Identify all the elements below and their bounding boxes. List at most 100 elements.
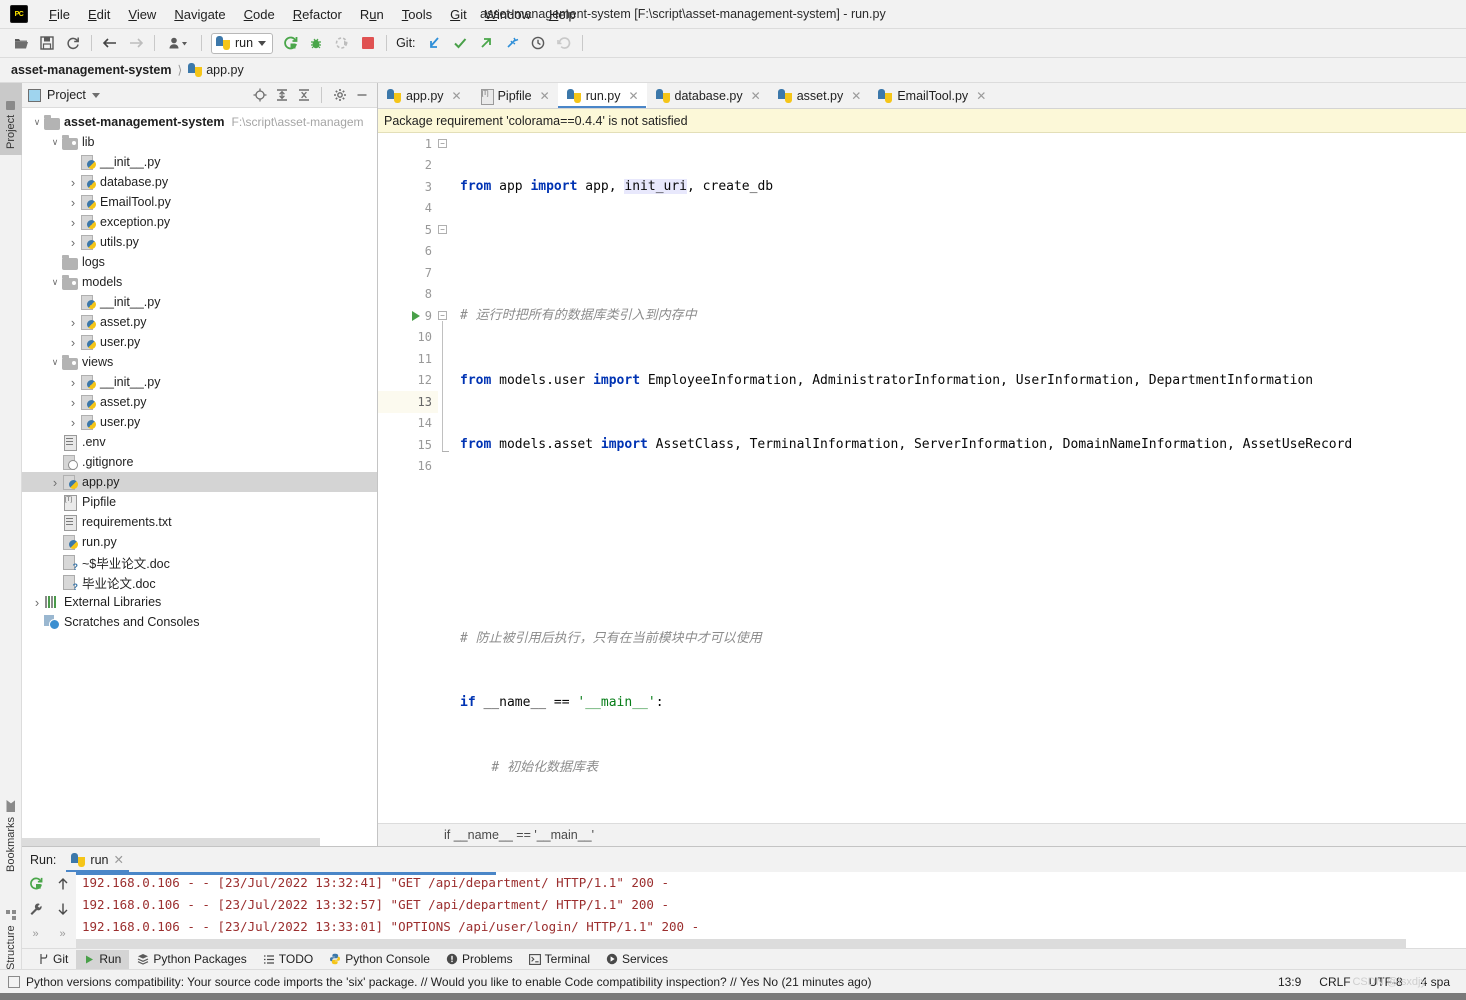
chevron-right-icon[interactable]: › [66, 235, 80, 250]
close-x-icon[interactable]: ✕ [751, 89, 761, 103]
save-icon[interactable] [35, 32, 59, 54]
bottom-stripe-run[interactable]: Run [76, 949, 130, 969]
more-chevrons-icon[interactable]: » [27, 926, 45, 942]
breadcrumb-file[interactable]: app.py [188, 63, 244, 77]
tree-row[interactable]: ∨ views [22, 352, 377, 372]
close-x-icon[interactable]: ✕ [452, 89, 462, 103]
chevron-right-icon[interactable]: › [66, 375, 80, 390]
tree-row[interactable]: › utils.py [22, 232, 377, 252]
bottom-stripe-problems[interactable]: Problems [438, 950, 521, 969]
chevron-down-icon[interactable] [91, 92, 100, 98]
run-tab-run[interactable]: run ✕ [66, 850, 129, 872]
tree-row[interactable]: __init__.py [22, 292, 377, 312]
git-rollback-icon[interactable] [552, 32, 576, 54]
bottom-stripe-todo[interactable]: TODO [255, 950, 321, 969]
chevron-down-icon[interactable]: ∨ [30, 117, 44, 128]
run-gutter-icon[interactable] [410, 305, 422, 327]
close-x-icon[interactable]: ✕ [540, 89, 550, 103]
line-number[interactable]: 11 [378, 348, 438, 370]
menu-refactor[interactable]: Refactor [284, 4, 351, 25]
run-configuration-selector[interactable]: run [211, 32, 274, 54]
chevron-right-icon[interactable]: › [66, 395, 80, 410]
close-x-icon[interactable]: ✕ [628, 89, 638, 103]
git-update-arrow-icon[interactable] [422, 32, 446, 54]
editor-breadcrumb[interactable]: if __name__ == '__main__' [378, 823, 1466, 846]
line-number[interactable]: 3 [378, 176, 438, 198]
chevron-right-icon[interactable]: › [66, 335, 80, 350]
menu-file[interactable]: File [40, 4, 79, 25]
settings-gear-icon[interactable] [330, 86, 349, 105]
chevron-right-icon[interactable]: › [48, 475, 62, 490]
fold-marker-line1[interactable]: − [438, 139, 447, 148]
line-number[interactable]: 8 [378, 284, 438, 306]
fold-marker-line9[interactable]: − [438, 311, 447, 320]
project-panel-hscrollbar[interactable] [22, 838, 320, 846]
tree-row[interactable]: logs [22, 252, 377, 272]
bottom-stripe-services[interactable]: Services [598, 950, 676, 969]
project-tree[interactable]: ∨ asset-management-system F:\script\asset-… [22, 108, 377, 846]
tree-row[interactable]: Scratches and Consoles [22, 612, 377, 632]
tree-row[interactable]: › user.py [22, 332, 377, 352]
tree-row[interactable]: 毕业论文.doc [22, 572, 377, 592]
menu-git[interactable]: Git [441, 4, 476, 25]
line-number[interactable]: 2 [378, 155, 438, 177]
tree-row[interactable]: › EmailTool.py [22, 192, 377, 212]
line-number[interactable]: 9 [378, 305, 438, 327]
file-encoding[interactable]: UTF-8 [1369, 975, 1403, 989]
chevron-right-icon[interactable]: › [30, 595, 44, 610]
arrow-left-icon[interactable] [98, 32, 122, 54]
editor-tab-app-py[interactable]: app.py ✕ [378, 83, 470, 108]
tree-row[interactable]: ∨ models [22, 272, 377, 292]
menu-run[interactable]: Run [351, 4, 393, 25]
menu-tools[interactable]: Tools [393, 4, 441, 25]
tree-row[interactable]: ∨ asset-management-system F:\script\asset-… [22, 112, 377, 132]
tree-row[interactable]: › app.py [22, 472, 377, 492]
menu-edit[interactable]: Edit [79, 4, 119, 25]
debug-bug-icon[interactable] [304, 32, 328, 54]
chevron-down-icon[interactable]: ∨ [48, 277, 62, 288]
close-x-icon[interactable]: ✕ [976, 89, 986, 103]
line-number-gutter[interactable]: 1 2 3 4 5 6 7 8 9 10 11 12 13 14 15 16 [378, 133, 438, 823]
line-separator[interactable]: CRLF [1319, 975, 1350, 989]
code-editor[interactable]: 1 2 3 4 5 6 7 8 9 10 11 12 13 14 15 16 − − − from app i… [378, 133, 1466, 823]
tree-row[interactable]: › External Libraries [22, 592, 377, 612]
line-number[interactable]: 6 [378, 241, 438, 263]
tree-row[interactable]: › user.py [22, 412, 377, 432]
menu-navigate[interactable]: Navigate [165, 4, 234, 25]
chevron-down-icon[interactable]: ∨ [48, 137, 62, 148]
indent-setting[interactable]: 4 spa [1421, 975, 1450, 989]
code-text[interactable]: from app import app, init_uri, create_db… [454, 133, 1466, 823]
bottom-stripe-git[interactable]: Git [30, 950, 76, 969]
bottom-stripe-python-console[interactable]: Python Console [321, 950, 438, 969]
tree-row[interactable]: › asset.py [22, 312, 377, 332]
tree-row[interactable]: › __init__.py [22, 372, 377, 392]
git-history-clock-icon[interactable] [526, 32, 550, 54]
line-number[interactable]: 13 [378, 391, 438, 413]
bottom-stripe-terminal[interactable]: Terminal [521, 950, 598, 969]
line-number[interactable]: 1 [378, 133, 438, 155]
menu-window[interactable]: Window [476, 4, 540, 25]
settings-wrench-icon[interactable] [27, 901, 45, 917]
chevron-right-icon[interactable]: › [66, 195, 80, 210]
locate-target-icon[interactable] [250, 86, 269, 105]
close-x-icon[interactable]: ✕ [851, 89, 861, 103]
line-number[interactable]: 10 [378, 327, 438, 349]
tree-row[interactable]: run.py [22, 532, 377, 552]
breadcrumb-project[interactable]: asset-management-system [11, 63, 172, 77]
close-x-icon[interactable]: ✕ [113, 852, 123, 867]
expand-all-icon[interactable] [272, 86, 291, 105]
line-number[interactable]: 12 [378, 370, 438, 392]
line-number[interactable]: 15 [378, 434, 438, 456]
git-branch-icon[interactable] [500, 32, 524, 54]
run-icon[interactable] [278, 32, 302, 54]
tree-row[interactable]: requirements.txt [22, 512, 377, 532]
editor-tab-run-py[interactable]: run.py ✕ [557, 83, 647, 108]
git-commit-check-icon[interactable] [448, 32, 472, 54]
tree-row[interactable]: › asset.py [22, 392, 377, 412]
sidebar-item-structure[interactable]: Structure [0, 878, 22, 976]
git-push-arrow-icon[interactable] [474, 32, 498, 54]
line-number[interactable]: 14 [378, 413, 438, 435]
editor-tab-asset-py[interactable]: asset.py ✕ [769, 83, 870, 108]
line-number[interactable]: 4 [378, 198, 438, 220]
user-dropdown-icon[interactable] [161, 32, 195, 54]
